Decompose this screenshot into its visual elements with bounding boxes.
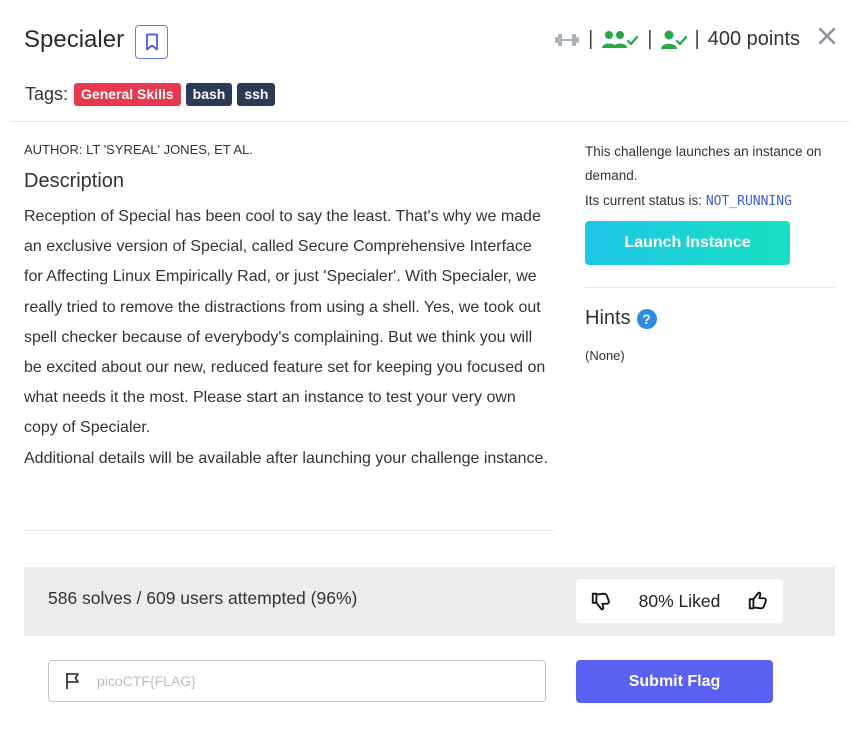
author-line: AUTHOR: LT 'SYREAL' JONES, ET AL. xyxy=(24,142,253,157)
close-icon[interactable] xyxy=(817,26,837,46)
submit-flag-button[interactable]: Submit Flag xyxy=(576,660,773,703)
launch-instance-button[interactable]: Launch Instance xyxy=(585,221,790,265)
tags-row: Tags: General Skills bash ssh xyxy=(25,83,280,106)
instance-sidebar: This challenge launches an instance on d… xyxy=(585,140,835,363)
points-label: 400 points xyxy=(707,28,800,50)
launch-note: This challenge launches an instance on d… xyxy=(585,144,822,183)
description-text: Reception of Special has been cool to sa… xyxy=(24,202,554,474)
stats-bar: 586 solves / 609 users attempted (96%) 8… xyxy=(24,567,835,636)
bookmark-button[interactable] xyxy=(135,25,168,59)
description-additional: Additional details will be available aft… xyxy=(24,449,548,467)
liked-percentage: 80% Liked xyxy=(638,590,721,611)
challenge-meta: | | | 400 points xyxy=(554,28,800,51)
flag-icon xyxy=(66,673,79,689)
hints-header: Hints ? xyxy=(585,307,835,330)
like-box: 80% Liked xyxy=(576,579,783,623)
solves-text: 586 solves / 609 users attempted (96%) xyxy=(48,588,358,608)
tags-label: Tags: xyxy=(25,84,69,104)
status-value: NOT_RUNNING xyxy=(705,194,792,209)
flag-input-field[interactable] xyxy=(48,660,546,702)
challenge-header: Specialer | | | 400 points Tags: General… xyxy=(0,0,857,122)
description-body: Reception of Special has been cool to sa… xyxy=(24,208,546,437)
hints-value: (None) xyxy=(585,348,625,363)
status-line: Its current status is: NOT_RUNNING xyxy=(585,193,835,209)
help-icon[interactable]: ? xyxy=(636,308,657,329)
tag-ssh[interactable]: ssh xyxy=(237,83,276,106)
hints-title: Hints xyxy=(585,307,631,329)
users-check-icon xyxy=(601,30,639,50)
meta-separator: | xyxy=(588,28,594,50)
status-label: Its current status is: xyxy=(585,193,703,208)
description-heading: Description xyxy=(24,170,125,192)
meta-separator: | xyxy=(647,28,653,50)
header-divider xyxy=(10,121,850,122)
tag-bash[interactable]: bash xyxy=(185,83,233,106)
meta-separator: | xyxy=(694,28,700,50)
user-check-icon xyxy=(660,30,687,50)
dumbbell-icon xyxy=(554,32,580,48)
bookmark-icon xyxy=(145,33,158,51)
thumbs-down-icon[interactable] xyxy=(590,590,612,612)
description-divider xyxy=(24,530,554,531)
sidebar-divider xyxy=(585,287,835,288)
tag-general-skills[interactable]: General Skills xyxy=(74,83,181,106)
flag-input[interactable] xyxy=(97,673,497,689)
challenge-title: Specialer xyxy=(24,26,125,53)
description-panel: AUTHOR: LT 'SYREAL' JONES, ET AL. Descri… xyxy=(24,142,554,474)
thumbs-up-icon[interactable] xyxy=(747,590,769,612)
